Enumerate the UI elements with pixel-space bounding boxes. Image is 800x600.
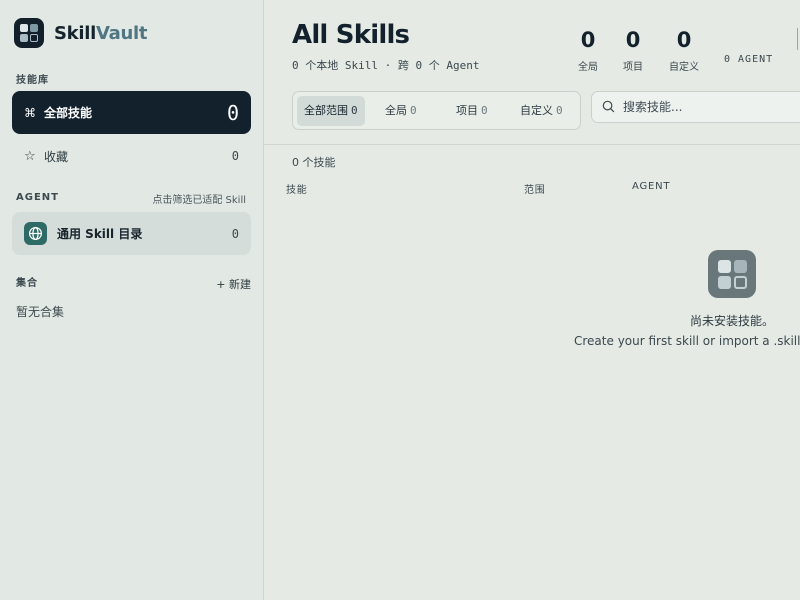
- sidebar-item-count: 0: [231, 226, 239, 241]
- empty-collections-text: 暂无合集: [16, 305, 65, 319]
- collections-section-label: 集合: [16, 278, 38, 289]
- app-name-part1: Skill: [54, 22, 96, 44]
- main-panel: All Skills 0 个本地 Skill · 跨 0 个 Agent 0 全…: [264, 0, 800, 600]
- column-header-scope[interactable]: 范围: [524, 181, 546, 196]
- sidebar-item-count: 0: [226, 100, 239, 125]
- globe-icon: [24, 222, 47, 245]
- app-logo-icon: [14, 18, 44, 48]
- search-icon: [602, 98, 615, 117]
- sidebar-item-label: 全部技能: [44, 106, 93, 120]
- sidebar-item-favorites[interactable]: ☆ 收藏 0: [12, 141, 251, 171]
- column-header-agent[interactable]: AGENT: [632, 181, 670, 192]
- empty-state-subtitle: Create your first skill or import a .ski…: [574, 334, 800, 348]
- tab-label: 全部范围: [304, 104, 348, 117]
- tab-label: 项目: [456, 104, 478, 117]
- agent-filter-hint: 点击筛选已适配 Skill: [152, 195, 246, 206]
- stat-value: 0: [580, 28, 596, 52]
- empty-state-title: 尚未安装技能。: [690, 314, 775, 328]
- command-icon: ⌘: [24, 105, 36, 120]
- tab-custom[interactable]: 自定义 0: [513, 96, 570, 126]
- agent-section-label: AGENT: [16, 192, 59, 203]
- stat-label: 项目: [623, 62, 643, 73]
- new-collection-button[interactable]: + 新建: [216, 276, 251, 292]
- brand[interactable]: SkillVault: [14, 18, 147, 48]
- tab-label: 自定义: [520, 104, 553, 117]
- sidebar-item-generic-skill-dir[interactable]: 通用 Skill 目录 0: [12, 212, 251, 255]
- sidebar-item-label: 收藏: [44, 149, 69, 164]
- app-name: SkillVault: [54, 23, 147, 44]
- stat-label: 全局: [578, 62, 598, 73]
- divider: [797, 28, 798, 50]
- page-title: All Skills: [292, 20, 410, 50]
- stat-global: 0 全局: [573, 28, 603, 73]
- stat-custom: 0 自定义: [664, 28, 704, 73]
- stat-agent: 0 AGENT: [724, 54, 774, 65]
- tab-global[interactable]: 全局 0: [378, 96, 424, 126]
- stat-label: 自定义: [669, 62, 699, 73]
- sidebar: SkillVault 技能库 ⌘ 全部技能 0 ☆ 收藏 0 AGENT 点击筛…: [0, 0, 264, 600]
- tab-label: 全局: [385, 104, 407, 117]
- tab-count: 0: [556, 104, 563, 117]
- library-section-label: 技能库: [16, 75, 49, 86]
- sidebar-item-count: 0: [231, 149, 239, 163]
- skill-count: 0 个技能: [292, 156, 336, 169]
- divider: [264, 144, 800, 145]
- empty-state-icon: [708, 250, 756, 298]
- star-icon: ☆: [24, 148, 36, 164]
- search-box[interactable]: [591, 91, 800, 123]
- scope-tabs: 全部范围 0 全局 0 项目 0 自定义 0: [292, 91, 581, 130]
- tab-project[interactable]: 项目 0: [449, 96, 495, 126]
- sidebar-item-label: 通用 Skill 目录: [57, 227, 143, 241]
- page-subtitle: 0 个本地 Skill · 跨 0 个 Agent: [292, 59, 480, 72]
- stat-value: 0: [625, 28, 641, 52]
- stat-value: 0: [676, 28, 692, 52]
- search-input[interactable]: [623, 100, 800, 114]
- column-header-skill[interactable]: 技能: [286, 181, 308, 196]
- stat-project: 0 项目: [618, 28, 648, 73]
- app-name-part2: Vault: [95, 22, 148, 44]
- sidebar-item-all-skills[interactable]: ⌘ 全部技能 0: [12, 91, 251, 134]
- tab-count: 0: [481, 104, 488, 117]
- tab-count: 0: [410, 104, 417, 117]
- tab-all-scopes[interactable]: 全部范围 0: [297, 96, 365, 126]
- tab-count: 0: [351, 104, 358, 117]
